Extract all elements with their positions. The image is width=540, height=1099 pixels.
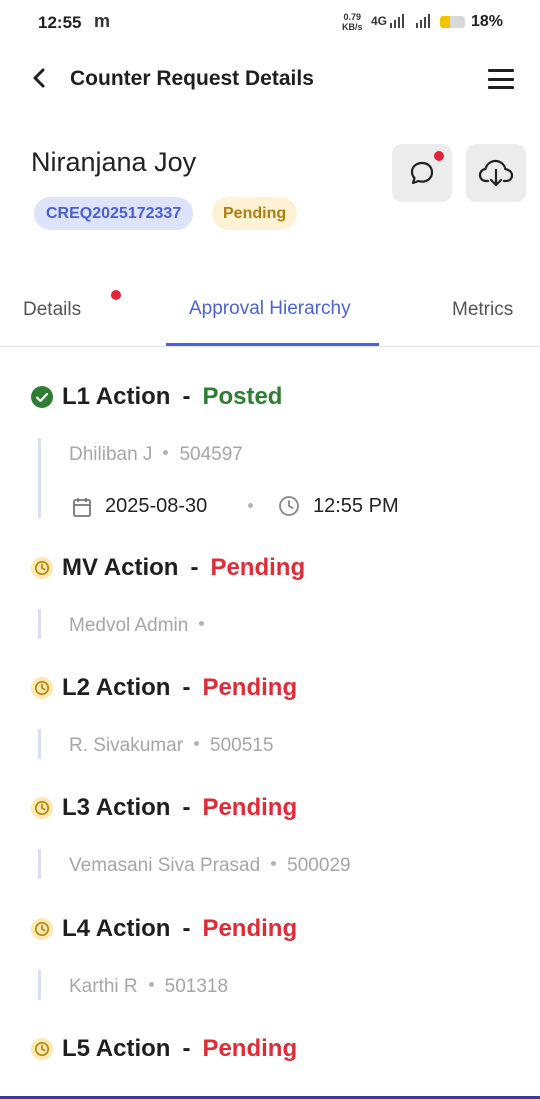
stage-separator: - — [182, 794, 191, 821]
menu-icon-bar — [488, 69, 514, 72]
menu-icon-bar — [488, 77, 514, 81]
stage-title: L2 Action — [62, 674, 171, 701]
stage-title: L1 Action — [62, 383, 171, 410]
cloud-download-icon — [478, 159, 514, 187]
stage-date: 2025-08-30 — [105, 495, 208, 517]
back-button[interactable] — [24, 63, 54, 93]
stage-separator: - — [182, 674, 191, 701]
menu-button[interactable] — [486, 66, 516, 92]
approver-name: Medvol Admin — [69, 615, 189, 636]
network-speed-value: 0.79 — [343, 12, 362, 22]
approver-name: R. Sivakumar — [69, 735, 184, 756]
stage-approver: Medvol Admin — [69, 615, 215, 637]
tab-metrics[interactable]: Metrics — [452, 299, 513, 321]
tab-details-notification-dot — [111, 290, 121, 300]
stage-title: MV Action — [62, 554, 179, 581]
stage-status: Pending — [210, 554, 306, 581]
stage-separator: - — [182, 383, 191, 410]
stage-status: Posted — [202, 383, 283, 410]
battery-percent: 18% — [471, 13, 504, 30]
separator-dot — [248, 503, 253, 508]
stage-status: Pending — [202, 674, 298, 701]
stage-l4: L4 Action - Pending — [30, 913, 297, 945]
stage-mv: MV Action - Pending — [30, 552, 305, 584]
signal-icon — [390, 14, 404, 28]
tab-bar: Details Approval Hierarchy Metrics — [0, 283, 540, 347]
stage-connector — [38, 438, 41, 518]
network-type: 4G — [371, 14, 388, 28]
requester-name: Niranjana Joy — [31, 147, 197, 177]
clock-pending-icon — [30, 796, 54, 820]
chat-bubble-icon — [410, 161, 434, 185]
network-speed: 0.79 KB/s — [342, 12, 363, 32]
stage-status: Pending — [202, 915, 298, 942]
clock-icon — [279, 496, 299, 516]
stage-title: L3 Action — [62, 794, 171, 821]
clock-pending-icon — [30, 1037, 54, 1061]
status-time: 12:55 — [38, 13, 82, 32]
stage-separator: - — [182, 1035, 191, 1062]
status-bar: 12:55 m 0.79 KB/s 4G 18% — [0, 0, 540, 44]
request-id-badge: CREQ2025172337 — [34, 197, 194, 230]
approver-name: Karthi R — [69, 976, 138, 997]
tab-details[interactable]: Details — [23, 299, 81, 321]
stage-connector — [38, 729, 41, 759]
active-tab-indicator — [166, 343, 379, 346]
stage-approver: Dhiliban J 504597 — [69, 444, 243, 466]
stage-l1: L1 Action - Posted — [30, 381, 282, 413]
battery-icon — [440, 16, 465, 28]
approver-code: 500515 — [210, 735, 274, 756]
stage-status: Pending — [202, 794, 298, 821]
stage-separator: - — [182, 915, 191, 942]
approver-code: 501318 — [164, 976, 229, 997]
network-speed-unit: KB/s — [342, 22, 363, 32]
calendar-icon — [73, 498, 91, 517]
separator-dot — [271, 861, 277, 867]
notification-dot — [434, 151, 444, 161]
clock-pending-icon — [30, 676, 54, 700]
stage-approver: Vemasani Siva Prasad 500029 — [69, 855, 351, 877]
stage-status: Pending — [202, 1035, 298, 1062]
stage-connector — [38, 849, 41, 879]
tab-approval-hierarchy[interactable]: Approval Hierarchy — [189, 298, 351, 320]
stage-approver: Karthi R 501318 — [69, 976, 228, 998]
separator-dot — [163, 450, 169, 456]
approver-name: Vemasani Siva Prasad — [69, 855, 261, 876]
approver-code: 500029 — [287, 855, 351, 876]
stage-title: L4 Action — [62, 915, 171, 942]
app-notification-icon: m — [94, 11, 111, 31]
approver-name: Dhiliban J — [69, 444, 153, 465]
stage-timestamp: 2025-08-30 12:55 PM — [70, 493, 430, 521]
stage-separator: - — [190, 554, 199, 581]
stage-l2: L2 Action - Pending — [30, 672, 297, 704]
separator-dot — [194, 741, 200, 747]
chat-button[interactable] — [392, 144, 452, 202]
approver-code: 504597 — [179, 444, 243, 465]
stage-approver: R. Sivakumar 500515 — [69, 735, 273, 757]
stage-title: L5 Action — [62, 1035, 171, 1062]
separator-dot — [199, 621, 205, 627]
battery-fill — [440, 16, 450, 28]
back-arrow-icon — [33, 68, 45, 88]
download-button[interactable] — [466, 144, 526, 202]
stage-l3: L3 Action - Pending — [30, 792, 297, 824]
signal-icon-2 — [416, 14, 430, 28]
stage-time: 12:55 PM — [313, 495, 399, 517]
stage-l5: L5 Action - Pending — [30, 1033, 297, 1065]
menu-icon-bar — [488, 86, 514, 89]
clock-pending-icon — [30, 556, 54, 580]
stage-connector — [38, 609, 41, 639]
page-title: Counter Request Details — [70, 67, 314, 90]
status-badge: Pending — [212, 197, 298, 230]
stage-connector — [38, 970, 41, 1000]
check-circle-icon — [30, 385, 54, 409]
separator-dot — [148, 982, 154, 988]
clock-pending-icon — [30, 917, 54, 941]
